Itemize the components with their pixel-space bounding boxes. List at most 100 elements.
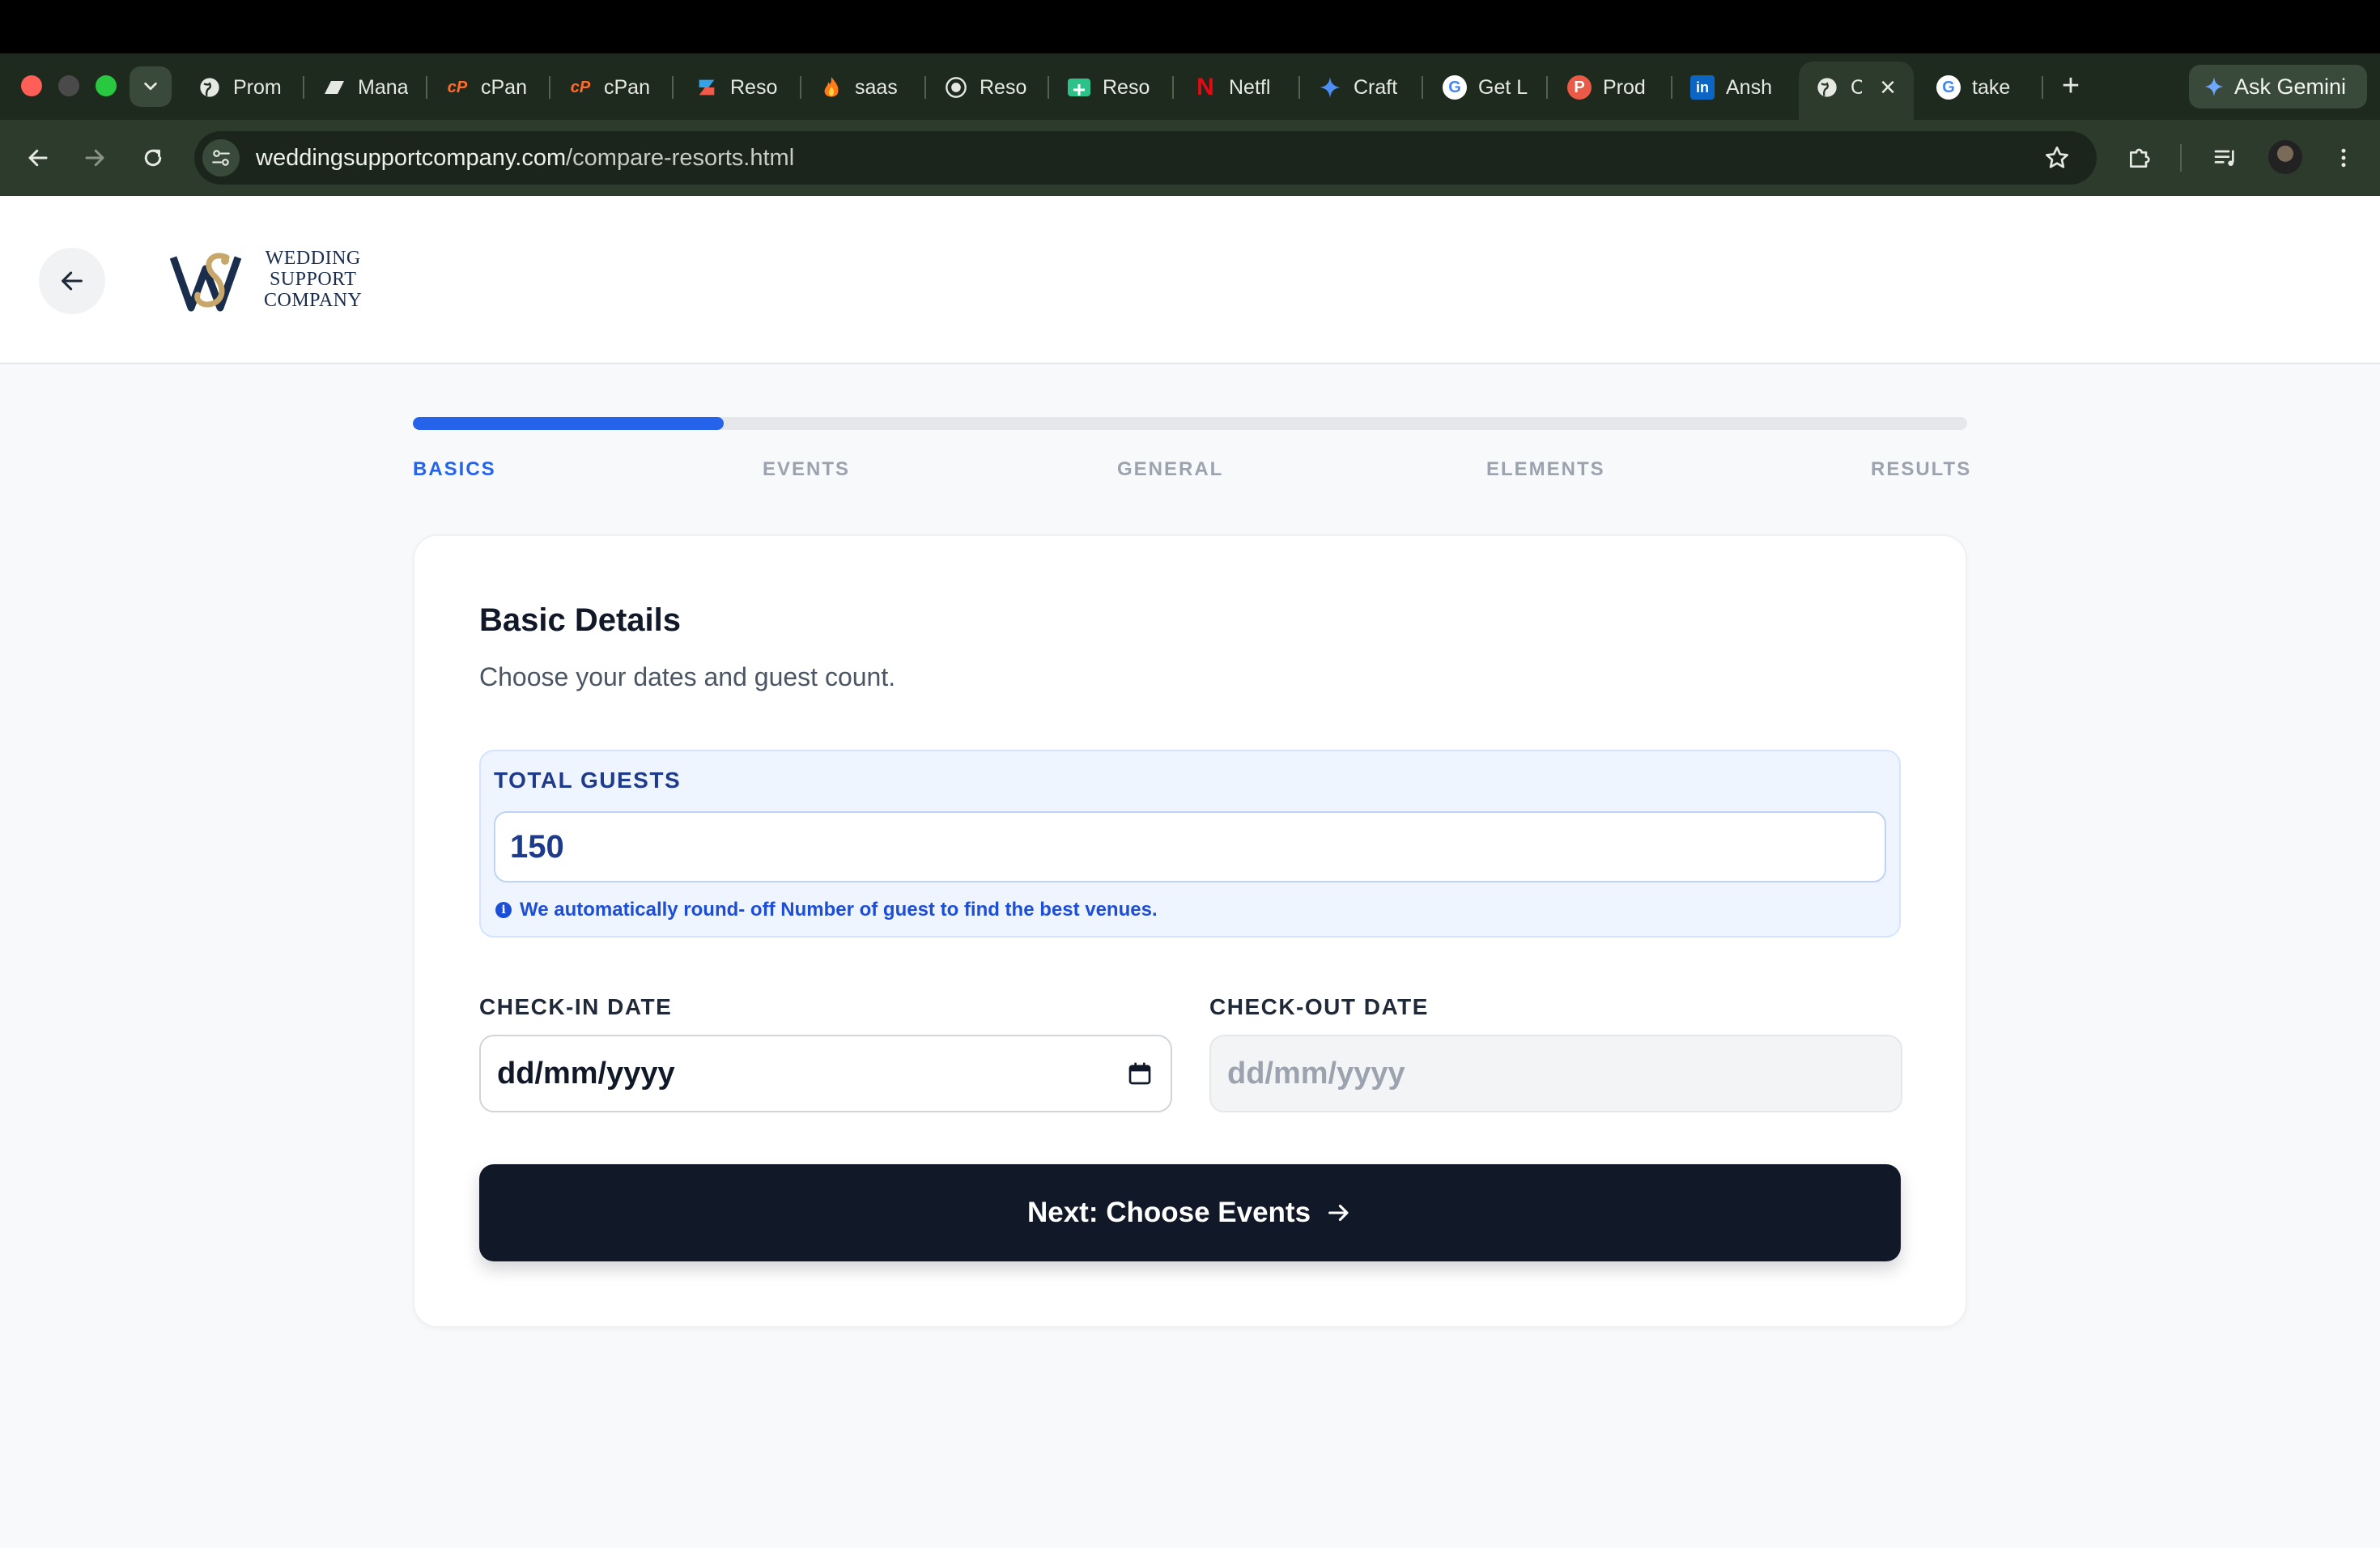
step-events[interactable]: EVENTS [763, 458, 850, 481]
arrow-left-icon [28, 149, 48, 167]
tab-8[interactable]: Reso [1067, 63, 1156, 112]
browser-menu-button[interactable] [2325, 139, 2362, 176]
close-tab-icon[interactable]: × [1876, 73, 1899, 102]
tab-title: Mana [358, 75, 408, 99]
maximize-window-button[interactable] [96, 75, 117, 96]
extensions-button[interactable] [2121, 139, 2158, 176]
tab-6[interactable]: saas [819, 63, 908, 112]
producthunt-icon: P [1567, 75, 1592, 100]
chevron-down-icon [144, 82, 157, 91]
bookmark-button[interactable] [2038, 139, 2076, 176]
globe-icon [1815, 75, 1839, 100]
next-button-label: Next: Choose Events [1026, 1197, 1311, 1228]
tab-divider [549, 76, 550, 99]
tab-divider [1546, 76, 1548, 99]
ws-monogram-icon [169, 253, 242, 312]
site-info-button[interactable] [202, 139, 240, 176]
tab-title: C [1851, 75, 1862, 99]
guests-input[interactable] [494, 811, 1886, 882]
tab-13[interactable]: in Ansh [1690, 63, 1779, 112]
step-general[interactable]: GENERAL [1117, 458, 1223, 481]
gemini-sparkle-icon [2204, 77, 2224, 96]
tab-2[interactable]: Mana [322, 63, 411, 112]
globe-icon [944, 75, 968, 100]
tab-3[interactable]: cP cPan [445, 63, 534, 112]
next-choose-events-button[interactable]: Next: Choose Events [479, 1164, 1901, 1261]
resort-green-icon [1067, 75, 1091, 100]
back-button[interactable] [39, 248, 105, 314]
arrow-right-icon [1328, 1204, 1349, 1222]
guests-label: TOTAL GUESTS [494, 768, 682, 793]
step-elements[interactable]: ELEMENTS [1486, 458, 1605, 481]
tab-title: Prod [1603, 75, 1646, 99]
guests-note: i We automatically round- off Number of … [495, 899, 1158, 921]
tab-divider [1048, 76, 1049, 99]
arrow-right-icon [85, 149, 104, 167]
more-vertical-icon [2341, 148, 2346, 168]
minimize-window-button[interactable] [58, 75, 79, 96]
tab-divider [1172, 76, 1174, 99]
media-controls-button[interactable] [2207, 139, 2244, 176]
guests-note-text: We automatically round- off Number of gu… [520, 899, 1158, 921]
tab-title: Craft [1354, 75, 1398, 99]
tab-14-active[interactable]: C [1815, 63, 1872, 112]
tab-divider [800, 76, 801, 99]
info-icon: i [495, 902, 512, 918]
tab-5[interactable]: Reso [695, 63, 784, 112]
profile-avatar[interactable] [2268, 140, 2302, 174]
tab-title: saas [855, 75, 898, 99]
reload-button[interactable] [134, 139, 172, 176]
cpanel-icon: cP [570, 78, 591, 96]
netflix-icon: N [1196, 74, 1214, 100]
tab-title: take [1972, 75, 2011, 99]
tab-divider [426, 76, 427, 99]
tab-11[interactable]: G Get L [1443, 63, 1532, 112]
tab-divider [1671, 76, 1672, 99]
url-text[interactable]: weddingsupportcompany.com/compare-resort… [256, 142, 794, 173]
checkout-label: CHECK-OUT DATE [1209, 994, 1429, 1019]
checkout-date-input[interactable]: dd/mm/yyyy [1209, 1035, 1902, 1112]
tab-title: Prom [233, 75, 282, 99]
checkout-placeholder: dd/mm/yyyy [1227, 1056, 1405, 1091]
tab-15[interactable]: G take [1936, 63, 2025, 112]
resort-icon [695, 75, 719, 100]
manage-icon [322, 75, 346, 100]
tab-divider [1422, 76, 1423, 99]
tab-title: Get L [1478, 75, 1528, 99]
gemini-label: Ask Gemini [2234, 74, 2347, 99]
linkedin-icon: in [1690, 75, 1715, 100]
tab-title: Reso [730, 75, 778, 99]
google-icon: G [1936, 75, 1961, 100]
cpanel-icon: cP [447, 78, 468, 96]
new-tab-button[interactable]: + [2055, 68, 2087, 104]
company-logo[interactable]: WEDDING SUPPORT COMPANY [169, 240, 380, 317]
close-window-button[interactable] [21, 75, 42, 96]
progress-bar [413, 417, 1967, 430]
google-icon: G [1443, 75, 1467, 100]
flame-icon [819, 75, 844, 100]
tab-4[interactable]: cP cPan [568, 63, 657, 112]
checkin-label: CHECK-IN DATE [479, 994, 673, 1019]
checkin-date-input[interactable]: dd/mm/yyyy [479, 1035, 1172, 1112]
tab-9[interactable]: N Netfl [1193, 63, 1282, 112]
menu-bar-backdrop [0, 0, 2380, 53]
tab-12[interactable]: P Prod [1567, 63, 1656, 112]
arrow-left-icon [62, 271, 83, 291]
calendar-icon[interactable] [1127, 1061, 1153, 1087]
tab-10[interactable]: Craft [1318, 63, 1407, 112]
forward-nav-button[interactable] [76, 139, 113, 176]
tab-title: cPan [604, 75, 650, 99]
tab-1[interactable]: Prom [198, 63, 287, 112]
ask-gemini-button[interactable]: Ask Gemini [2189, 65, 2367, 108]
logo-wordmark: WEDDING SUPPORT COMPANY [264, 248, 362, 311]
tab-title: Reso [980, 75, 1027, 99]
tab-title: cPan [481, 75, 527, 99]
tab-search-button[interactable] [130, 66, 172, 107]
playlist-icon [2214, 150, 2234, 166]
card-subtitle: Choose your dates and guest count. [479, 662, 896, 691]
back-nav-button[interactable] [19, 139, 57, 176]
step-basics[interactable]: BASICS [413, 458, 496, 481]
step-results[interactable]: RESULTS [1871, 458, 1971, 481]
tab-7[interactable]: Reso [944, 63, 1033, 112]
url-domain: weddingsupportcompany.com [256, 145, 567, 171]
